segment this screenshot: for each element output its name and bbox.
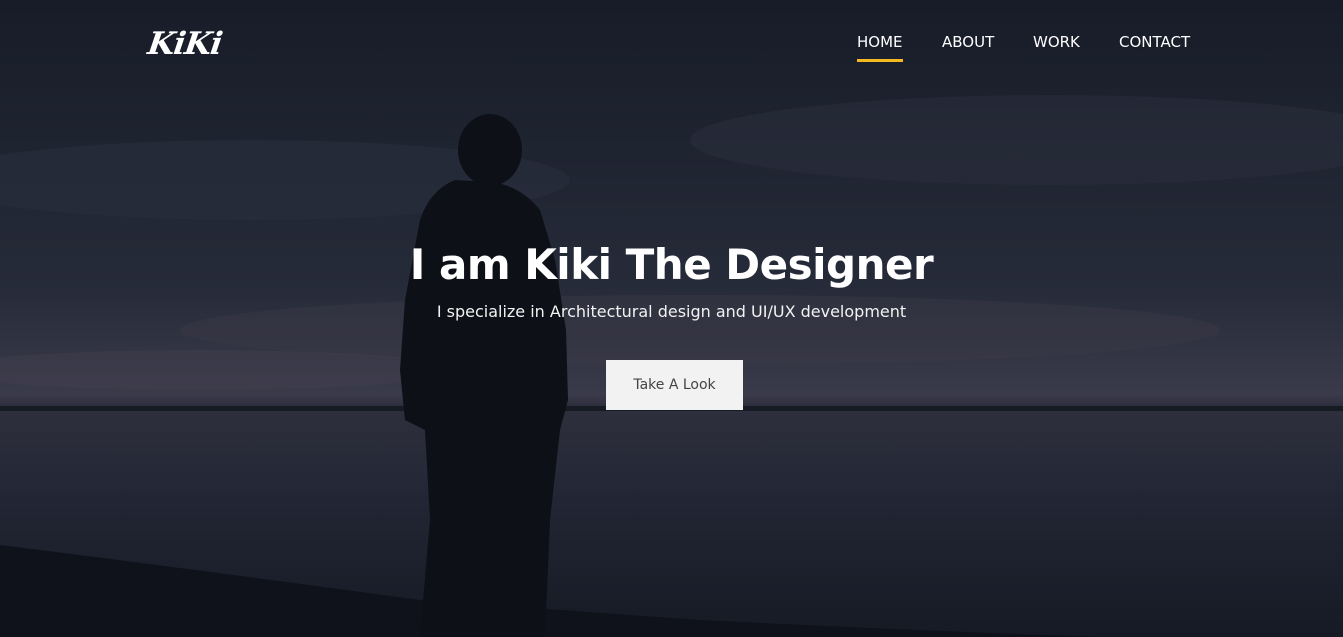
nav-contact[interactable]: CONTACT <box>1119 33 1190 51</box>
hero-subtitle: I specialize in Architectural design and… <box>436 302 907 321</box>
hero-title: I am Kiki The Designer <box>409 240 934 289</box>
main-nav: HOME ABOUT WORK CONTACT <box>0 33 1343 73</box>
nav-work[interactable]: WORK <box>1033 33 1080 51</box>
take-a-look-button[interactable]: Take A Look <box>606 360 743 410</box>
nav-about[interactable]: ABOUT <box>942 33 994 51</box>
nav-home[interactable]: HOME <box>857 33 903 62</box>
